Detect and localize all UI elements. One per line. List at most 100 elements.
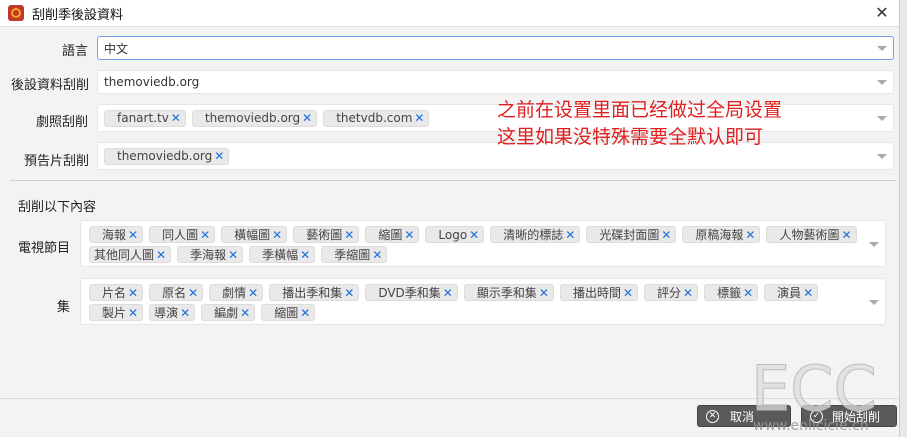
tag-label: DVD季和集	[378, 286, 441, 300]
tag[interactable]: 清晰的標誌 ✕	[490, 226, 581, 243]
tag[interactable]: 同人圖 ✕	[149, 226, 216, 243]
tag[interactable]: 片名 ✕	[89, 284, 144, 301]
tag[interactable]: 製片 ✕	[89, 304, 144, 321]
app-logo-icon	[8, 5, 24, 21]
tag-label: 標籤	[717, 286, 742, 300]
remove-icon[interactable]: ✕	[841, 228, 851, 242]
chevron-down-icon	[877, 80, 887, 85]
remove-icon[interactable]: ✕	[372, 248, 382, 262]
remove-icon[interactable]: ✕	[743, 286, 753, 300]
tag[interactable]: themoviedb.org ✕	[191, 109, 318, 127]
tag[interactable]: 海報 ✕	[89, 226, 144, 243]
remove-icon[interactable]: ✕	[344, 286, 354, 300]
tag[interactable]: 導演 ✕	[149, 304, 196, 321]
annotation-line-1: 之前在设置里面已经做过全局设置	[497, 99, 783, 121]
remove-icon[interactable]: ✕	[661, 228, 671, 242]
remove-icon[interactable]: ✕	[302, 111, 312, 125]
tag[interactable]: 演員 ✕	[764, 284, 819, 301]
language-select[interactable]: 中文	[97, 36, 894, 60]
tag[interactable]: DVD季和集 ✕	[365, 284, 458, 301]
remove-icon[interactable]: ✕	[200, 228, 210, 242]
remove-icon[interactable]: ✕	[443, 286, 453, 300]
tag[interactable]: 標籤 ✕	[704, 284, 759, 301]
tag[interactable]: 季海報 ✕	[177, 246, 244, 263]
tag[interactable]: 播出季和集 ✕	[269, 284, 360, 301]
tag[interactable]: themoviedb.org ✕	[104, 147, 230, 165]
remove-icon[interactable]: ✕	[248, 286, 258, 300]
tag-label: 演員	[777, 286, 802, 300]
tag-label: 縮圖	[274, 306, 299, 320]
remove-icon[interactable]: ✕	[156, 248, 166, 262]
tv-program-tags: 海報 ✕ 同人圖 ✕ 橫幅圖 ✕ 藝術圖 ✕ 縮圖 ✕ Logo ✕ 清晰的標誌 ✕ 光碟封面…	[89, 226, 859, 263]
tag[interactable]: 縮圖 ✕	[261, 304, 316, 321]
remove-icon[interactable]: ✕	[300, 306, 310, 320]
remove-icon[interactable]: ✕	[803, 286, 813, 300]
tag[interactable]: 縮圖 ✕	[365, 226, 420, 243]
tag-label: 季縮圖	[334, 248, 371, 262]
tag[interactable]: thetvdb.com ✕	[323, 109, 430, 127]
remove-icon[interactable]: ✕	[565, 228, 575, 242]
tag[interactable]: 季縮圖 ✕	[321, 246, 388, 263]
tag-label: fanart.tv	[117, 111, 169, 125]
footer-divider	[0, 398, 900, 399]
remove-icon[interactable]: ✕	[240, 306, 250, 320]
trailer-scraper-tags: themoviedb.org ✕	[104, 147, 230, 165]
cancel-button[interactable]: ✕ 取消	[697, 405, 791, 427]
remove-icon[interactable]: ✕	[539, 286, 549, 300]
close-icon[interactable]: ✕	[873, 4, 891, 22]
remove-icon[interactable]: ✕	[683, 286, 693, 300]
tag[interactable]: 光碟封面圖 ✕	[586, 226, 677, 243]
remove-icon[interactable]: ✕	[180, 306, 190, 320]
remove-icon[interactable]: ✕	[128, 286, 138, 300]
window-title: 刮削季後設資料	[32, 7, 124, 23]
tag-label: 評分	[657, 286, 682, 300]
start-scrape-button[interactable]: ✓ 開始刮削	[801, 405, 897, 427]
check-icon: ✓	[810, 410, 823, 423]
remove-icon[interactable]: ✕	[214, 149, 224, 163]
remove-icon[interactable]: ✕	[171, 111, 181, 125]
remove-icon[interactable]: ✕	[414, 111, 424, 125]
tag[interactable]: 人物藝術圖 ✕	[766, 226, 857, 243]
tag[interactable]: 其他同人圖 ✕	[89, 246, 172, 263]
remove-icon[interactable]: ✕	[469, 228, 479, 242]
remove-icon[interactable]: ✕	[272, 228, 282, 242]
tag[interactable]: 播出時間 ✕	[559, 284, 639, 301]
image-scraper-tags: fanart.tv ✕ themoviedb.org ✕ thetvdb.com ✕	[104, 109, 430, 127]
tag[interactable]: 原名 ✕	[149, 284, 204, 301]
remove-icon[interactable]: ✕	[404, 228, 414, 242]
tag[interactable]: 評分 ✕	[644, 284, 699, 301]
tag[interactable]: 劇情 ✕	[209, 284, 264, 301]
cancel-icon: ✕	[706, 410, 719, 423]
tag[interactable]: 藝術圖 ✕	[293, 226, 360, 243]
image-scraper-label: 劇照刮削	[36, 115, 89, 130]
tag-label: 橫幅圖	[234, 228, 271, 242]
tag[interactable]: fanart.tv ✕	[104, 109, 186, 127]
metadata-scraper-label: 後設資料刮削	[11, 78, 90, 93]
remove-icon[interactable]: ✕	[745, 228, 755, 242]
tag-label: thetvdb.com	[336, 111, 413, 125]
remove-icon[interactable]: ✕	[228, 248, 238, 262]
tag[interactable]: 顯示季和集 ✕	[463, 284, 554, 301]
episode-tags: 片名 ✕ 原名 ✕ 劇情 ✕ 播出季和集 ✕ DVD季和集 ✕ 顯示季和集 ✕ 播出時間 ✕ …	[89, 284, 859, 321]
tv-program-select[interactable]: 海報 ✕ 同人圖 ✕ 橫幅圖 ✕ 藝術圖 ✕ 縮圖 ✕ Logo ✕ 清晰的標誌 ✕ 光碟封面…	[80, 220, 886, 267]
tag-label: themoviedb.org	[204, 111, 301, 125]
remove-icon[interactable]: ✕	[188, 286, 198, 300]
tag[interactable]: Logo ✕	[425, 226, 485, 243]
tag-label: 原稿海報	[695, 228, 744, 242]
tag-label: 光碟封面圖	[599, 228, 660, 242]
tag[interactable]: 原稿海報 ✕	[682, 226, 761, 243]
remove-icon[interactable]: ✕	[128, 306, 138, 320]
section-divider	[10, 180, 896, 181]
remove-icon[interactable]: ✕	[300, 248, 310, 262]
metadata-scraper-select[interactable]: themoviedb.org	[97, 70, 894, 94]
tag[interactable]: 橫幅圖 ✕	[221, 226, 288, 243]
remove-icon[interactable]: ✕	[623, 286, 633, 300]
remove-icon[interactable]: ✕	[128, 228, 138, 242]
trailer-scraper-label: 預告片刮削	[24, 154, 90, 169]
tag[interactable]: 季橫幅 ✕	[249, 246, 316, 263]
tag[interactable]: 編劇 ✕	[201, 304, 256, 321]
tag-label: 其他同人圖	[94, 248, 155, 262]
remove-icon[interactable]: ✕	[344, 228, 354, 242]
episode-select[interactable]: 片名 ✕ 原名 ✕ 劇情 ✕ 播出季和集 ✕ DVD季和集 ✕ 顯示季和集 ✕ 播出時間 ✕ …	[80, 278, 886, 325]
language-value: 中文	[104, 41, 129, 56]
